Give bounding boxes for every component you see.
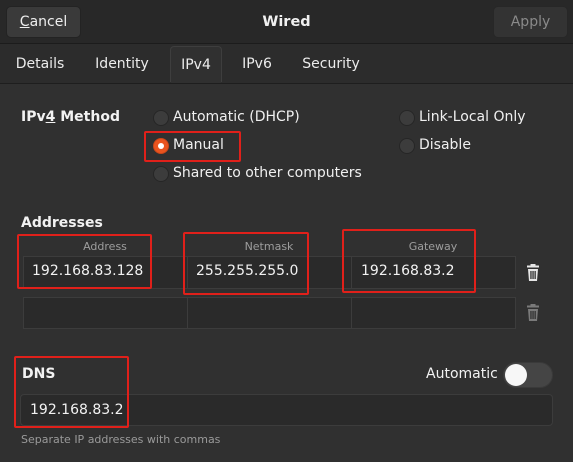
address-value: 192.168.83.128 [32,263,144,279]
radio-disable-label: Disable [419,137,471,153]
netmask-column-header: Netmask [244,240,294,253]
radio-link-local[interactable] [399,110,415,126]
tab-details[interactable]: Details [8,46,72,82]
radio-disable[interactable] [399,138,415,154]
netmask-field-empty[interactable] [187,297,352,329]
dns-automatic-label: Automatic [426,366,498,382]
dns-value: 192.168.83.2 [30,402,124,418]
tab-ipv6[interactable]: IPv6 [234,46,280,82]
ipv4-method-label-mnemonic: 4 [45,109,56,125]
gateway-value: 192.168.83.2 [361,263,455,279]
address-field-empty[interactable] [23,297,188,329]
gateway-field-empty[interactable] [351,297,516,329]
radio-link-local-label: Link-Local Only [419,109,526,125]
window-title: Wired [262,14,311,30]
radio-shared-label: Shared to other computers [173,165,362,181]
dns-hint: Separate IP addresses with commas [21,433,221,446]
ipv4-method-label-pre: IPv [21,109,46,125]
ipv4-method-label: IPv4 Method [21,109,120,125]
delete-empty-row-icon [527,304,539,321]
address-column-header: Address [83,240,127,253]
switch-knob [505,364,527,386]
ipv4-method-label-post: Method [55,109,120,125]
radio-shared[interactable] [153,166,169,182]
dns-automatic-switch[interactable] [503,362,553,388]
tab-security[interactable]: Security [294,46,368,82]
netmask-value: 255.255.255.0 [196,263,299,279]
gateway-column-header: Gateway [408,240,458,253]
delete-row-icon[interactable] [521,261,545,285]
cancel-mnemonic: C [19,14,30,30]
header-bar: Cancel Wired Apply [0,0,573,44]
radio-automatic-dhcp[interactable] [153,110,169,126]
radio-manual-label: Manual [173,137,224,153]
dns-label: DNS [22,366,56,382]
tab-ipv4[interactable]: IPv4 [170,46,222,83]
apply-button[interactable]: Apply [493,6,568,38]
cancel-label: ancel [29,14,68,30]
radio-automatic-dhcp-label: Automatic (DHCP) [173,109,300,125]
radio-manual[interactable] [153,138,169,154]
addresses-label: Addresses [21,215,103,231]
tab-identity[interactable]: Identity [86,46,158,82]
cancel-button[interactable]: Cancel [6,6,81,38]
tab-bar: Details Identity IPv4 IPv6 Security [0,44,573,84]
